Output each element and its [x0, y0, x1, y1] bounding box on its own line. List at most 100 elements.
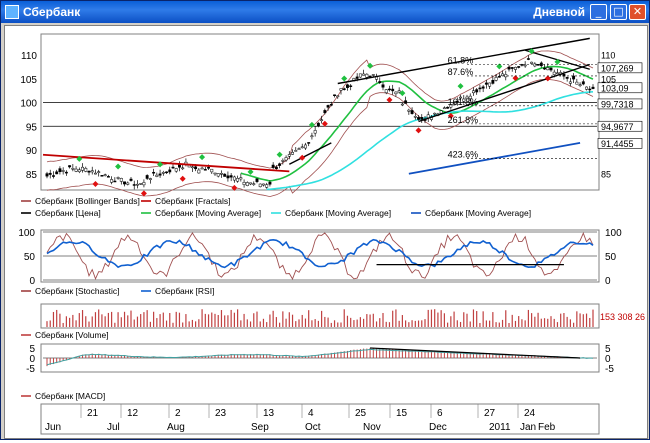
candle-body — [181, 167, 185, 170]
x-day-label: 4 — [308, 408, 314, 419]
candle-body — [161, 172, 165, 174]
candle-body — [139, 183, 143, 185]
candle-body — [123, 181, 126, 185]
candle-body — [239, 177, 243, 180]
candle-body — [106, 176, 110, 178]
candle-body — [497, 75, 501, 78]
x-day-label: 27 — [484, 408, 496, 419]
candle-body — [514, 66, 517, 70]
x-month-label: Sep — [251, 422, 269, 433]
candle-body — [100, 175, 104, 177]
candle-body — [232, 176, 236, 181]
candle-body — [158, 173, 162, 176]
candle-body — [165, 171, 168, 174]
window-title: Сбербанк — [23, 5, 81, 19]
x-month-label: 2011 — [489, 422, 511, 433]
osc-y-tick-right: 100 — [605, 228, 622, 239]
candle-body — [368, 75, 372, 78]
candle-body — [148, 178, 152, 180]
candle-body — [194, 166, 198, 170]
title-bar[interactable]: Сбербанк Дневной _ □ ✕ — [1, 1, 649, 23]
candle-body — [530, 61, 534, 64]
candle-body — [64, 171, 68, 174]
candle-body — [274, 166, 278, 169]
x-day-label: 23 — [215, 408, 227, 419]
candle-body — [45, 173, 49, 177]
candle-body — [284, 157, 288, 161]
candle-body — [549, 67, 553, 71]
price-axis-label: 85 — [601, 169, 611, 179]
candle-body — [381, 84, 385, 88]
fib-level-label: 261.8% — [448, 115, 479, 125]
candle-body — [58, 168, 62, 172]
candle-body — [174, 168, 178, 172]
candle-body — [119, 178, 123, 182]
candle-body — [242, 182, 246, 185]
candle-body — [168, 169, 172, 173]
candle-body — [245, 182, 249, 186]
candle-body — [494, 77, 498, 81]
candle-body — [210, 168, 214, 173]
candle-body — [226, 175, 230, 179]
candle-body — [552, 71, 556, 75]
x-month-label: Feb — [538, 422, 556, 433]
candle-body — [316, 122, 320, 127]
maximize-button[interactable]: □ — [610, 4, 627, 20]
candle-body — [278, 163, 282, 166]
price-axis-label: 99,7318 — [601, 99, 634, 109]
close-button[interactable]: ✕ — [629, 4, 646, 20]
legend-label: Сбербанк [RSI] — [155, 286, 214, 296]
candle-body — [484, 82, 488, 85]
osc-y-tick-right: 50 — [605, 252, 617, 263]
macd-y-tick: -5 — [26, 364, 35, 375]
candle-body — [333, 94, 336, 97]
chart-area[interactable]: 85 90 95 100 105 110 61.8% 161.8% 261.8% 423.6% 87… — [4, 25, 648, 439]
legend-label: Сбербанк [Moving Average] — [425, 208, 531, 218]
osc-y-tick: 100 — [18, 228, 35, 239]
price-axis-label: 94,9677 — [601, 122, 634, 132]
candle-body — [81, 166, 84, 171]
candle-body — [575, 81, 579, 85]
candle-body — [355, 76, 359, 79]
candle-body — [342, 88, 346, 90]
candle-body — [304, 144, 307, 149]
candle-body — [294, 150, 298, 152]
candle-body — [578, 84, 582, 86]
legend-label: Сбербанк [MACD] — [35, 391, 105, 401]
candle-body — [572, 75, 576, 80]
legend-label: Сбербанк [Bollinger Bands] — [35, 196, 140, 206]
candle-body — [320, 119, 324, 121]
x-month-label: Jul — [107, 422, 120, 433]
candle-body — [388, 88, 391, 91]
candle-body — [87, 170, 91, 173]
candle-body — [255, 178, 259, 182]
candle-body — [507, 66, 511, 70]
candle-body — [491, 80, 495, 84]
candle-body — [236, 178, 240, 182]
candle-body — [129, 178, 133, 181]
candle-body — [481, 86, 485, 89]
minimize-button[interactable]: _ — [590, 4, 607, 20]
price-axis-label: 103,09 — [601, 83, 629, 93]
candle-body — [339, 88, 343, 91]
candle-body — [97, 171, 101, 173]
candle-body — [536, 64, 540, 66]
candle-body — [300, 146, 304, 149]
candle-body — [126, 182, 130, 185]
candle-body — [591, 86, 595, 89]
x-month-label: Oct — [305, 422, 321, 433]
x-day-label: 24 — [524, 408, 536, 419]
candle-body — [307, 142, 311, 144]
candle-body — [556, 72, 559, 75]
candle-body — [207, 167, 210, 169]
candle-body — [346, 84, 349, 88]
price-axis-label: 107,269 — [601, 63, 634, 73]
candle-body — [517, 66, 521, 68]
candle-body — [268, 181, 272, 185]
candle-body — [488, 82, 492, 87]
x-month-label: Dec — [429, 422, 447, 433]
timeframe-label: Дневной — [533, 5, 585, 19]
candle-body — [197, 169, 201, 174]
candle-body — [546, 67, 550, 71]
chart-window: Сбербанк Дневной _ □ ✕ 85 90 95 100 105 110 61… — [0, 0, 650, 440]
